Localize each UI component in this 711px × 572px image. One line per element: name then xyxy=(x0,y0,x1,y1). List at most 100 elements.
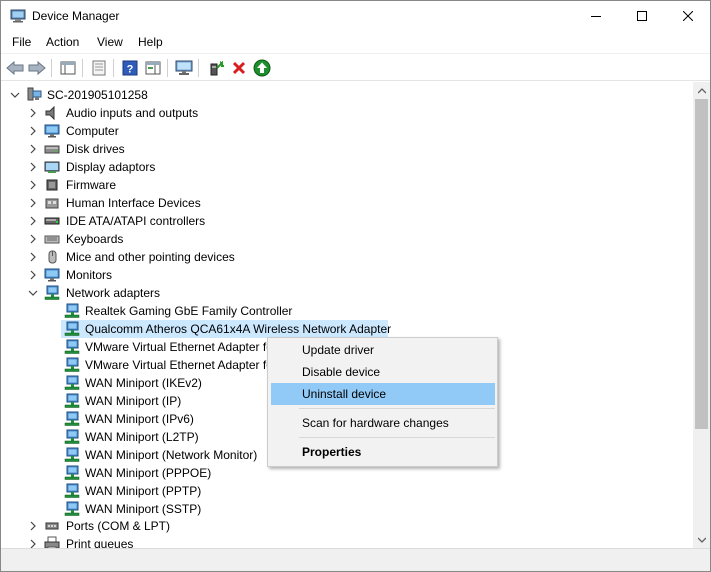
scroll-up-button[interactable] xyxy=(693,82,710,99)
tree-node-label: WAN Miniport (IKEv2) xyxy=(85,376,202,390)
red-x-icon xyxy=(232,61,246,75)
printer-icon xyxy=(44,536,60,548)
maximize-button[interactable] xyxy=(619,1,665,31)
close-button[interactable] xyxy=(665,1,711,31)
forward-arrow-icon xyxy=(28,61,46,75)
menu-action[interactable]: Action xyxy=(46,35,79,49)
menu-update-driver[interactable]: Update driver xyxy=(271,339,495,361)
tree-node-label: VMware Virtual Ethernet Adapter fo xyxy=(85,358,273,372)
scan-hardware-toolbar-button[interactable] xyxy=(174,58,194,78)
device-tree: SC-201905101258 Audio inputs and outputs… xyxy=(1,82,693,548)
menu-file[interactable]: File xyxy=(12,35,31,49)
network-device-0[interactable]: Realtek Gaming GbE Family Controller xyxy=(1,302,691,320)
tree-category-0[interactable]: Audio inputs and outputs xyxy=(1,104,691,122)
chevron-right-icon[interactable] xyxy=(28,252,38,262)
network-adapter-icon xyxy=(64,321,80,336)
menu-scan-hardware[interactable]: Scan for hardware changes xyxy=(271,412,495,434)
svg-text:?: ? xyxy=(127,64,134,76)
network-adapter-icon xyxy=(64,411,80,426)
network-adapter-icon xyxy=(64,393,80,408)
properties-sheet-icon xyxy=(92,60,106,76)
tree-category-5[interactable]: Human Interface Devices xyxy=(1,194,691,212)
network-adapter-icon xyxy=(64,303,80,318)
tree-category-1[interactable]: Computer xyxy=(1,122,691,140)
display-adapter-icon xyxy=(44,161,60,173)
back-button[interactable] xyxy=(5,58,25,78)
tree-category-after-0[interactable]: Ports (COM & LPT) xyxy=(1,517,691,535)
show-hide-console-tree-button[interactable] xyxy=(58,58,78,78)
menu-disable-device[interactable]: Disable device xyxy=(271,361,495,383)
network-adapter-icon xyxy=(64,501,80,516)
tree-category-7[interactable]: Keyboards xyxy=(1,230,691,248)
tree-category-after-1[interactable]: Print queues xyxy=(1,535,691,548)
menu-help[interactable]: Help xyxy=(138,35,163,49)
green-up-arrow-icon xyxy=(253,59,271,77)
tree-category-2[interactable]: Disk drives xyxy=(1,140,691,158)
chevron-right-icon[interactable] xyxy=(28,270,38,280)
tree-node-label: Monitors xyxy=(66,268,113,282)
network-device-11[interactable]: WAN Miniport (SSTP) xyxy=(1,500,691,518)
status-bar xyxy=(1,548,710,571)
vertical-scrollbar[interactable] xyxy=(693,82,710,548)
tree-node-label: Ports (COM & LPT) xyxy=(66,519,171,533)
action-pane-icon xyxy=(145,61,161,75)
back-arrow-icon xyxy=(6,61,24,75)
tree-node-label: WAN Miniport (L2TP) xyxy=(85,430,199,444)
tree-node-label: WAN Miniport (PPPOE) xyxy=(85,466,212,480)
tree-node-label: WAN Miniport (IPv6) xyxy=(85,412,194,426)
console-tree-icon xyxy=(60,61,76,75)
title-bar: Device Manager xyxy=(1,1,710,31)
chevron-right-icon[interactable] xyxy=(28,216,38,226)
root-label: SC-201905101258 xyxy=(47,88,148,102)
tree-node-label: Qualcomm Atheros QCA61x4A Wireless Netwo… xyxy=(85,322,392,336)
tree-node-label: Firmware xyxy=(66,178,116,192)
chevron-right-icon[interactable] xyxy=(28,180,38,190)
disk-drive-icon xyxy=(44,145,60,154)
chevron-down-icon[interactable] xyxy=(28,288,38,298)
minimize-button[interactable] xyxy=(573,1,619,31)
hid-device-icon xyxy=(45,198,59,209)
chevron-right-icon[interactable] xyxy=(28,539,38,548)
chevron-right-icon[interactable] xyxy=(28,126,38,136)
tree-root-node[interactable]: SC-201905101258 xyxy=(1,86,301,104)
action-pane-button[interactable] xyxy=(143,58,163,78)
menu-properties[interactable]: Properties xyxy=(271,441,495,463)
tree-category-4[interactable]: Firmware xyxy=(1,176,691,194)
chevron-right-icon[interactable] xyxy=(28,108,38,118)
tree-category-10[interactable]: Network adapters xyxy=(1,284,691,302)
monitor-scan-icon xyxy=(175,60,193,75)
tree-node-label: Display adaptors xyxy=(66,160,156,174)
tree-node-label: WAN Miniport (IP) xyxy=(85,394,182,408)
menu-bar: File Action View Help xyxy=(1,31,710,53)
mouse-icon xyxy=(48,250,57,264)
tree-category-3[interactable]: Display adaptors xyxy=(1,158,691,176)
scroll-down-button[interactable] xyxy=(693,531,710,548)
chevron-right-icon[interactable] xyxy=(28,144,38,154)
update-driver-toolbar-button[interactable] xyxy=(206,58,226,78)
tree-node-label: Print queues xyxy=(66,537,134,548)
network-adapter-icon xyxy=(64,339,80,354)
chevron-right-icon[interactable] xyxy=(28,162,38,172)
forward-button[interactable] xyxy=(27,58,47,78)
enable-device-toolbar-button[interactable] xyxy=(252,58,272,78)
tree-node-label: Realtek Gaming GbE Family Controller xyxy=(85,304,293,318)
chevron-right-icon[interactable] xyxy=(28,198,38,208)
network-device-1[interactable]: Qualcomm Atheros QCA61x4A Wireless Netwo… xyxy=(1,320,691,338)
network-device-10[interactable]: WAN Miniport (PPTP) xyxy=(1,482,691,500)
chevron-right-icon[interactable] xyxy=(28,521,38,531)
tree-node-label: Mice and other pointing devices xyxy=(66,250,235,264)
tree-node-label: Computer xyxy=(66,124,119,138)
scroll-thumb[interactable] xyxy=(695,99,708,429)
help-toolbar-button[interactable]: ? xyxy=(120,58,140,78)
tree-category-8[interactable]: Mice and other pointing devices xyxy=(1,248,691,266)
menu-view[interactable]: View xyxy=(97,35,123,49)
properties-toolbar-button[interactable] xyxy=(89,58,109,78)
tree-category-6[interactable]: IDE ATA/ATAPI controllers xyxy=(1,212,691,230)
tree-category-9[interactable]: Monitors xyxy=(1,266,691,284)
chevron-down-icon[interactable] xyxy=(10,90,20,100)
scroll-down-arrow-icon xyxy=(697,537,706,543)
chevron-right-icon[interactable] xyxy=(28,234,38,244)
uninstall-toolbar-button[interactable] xyxy=(229,58,249,78)
menu-uninstall-device[interactable]: Uninstall device xyxy=(271,383,495,405)
tree-node-label: Human Interface Devices xyxy=(66,196,201,210)
